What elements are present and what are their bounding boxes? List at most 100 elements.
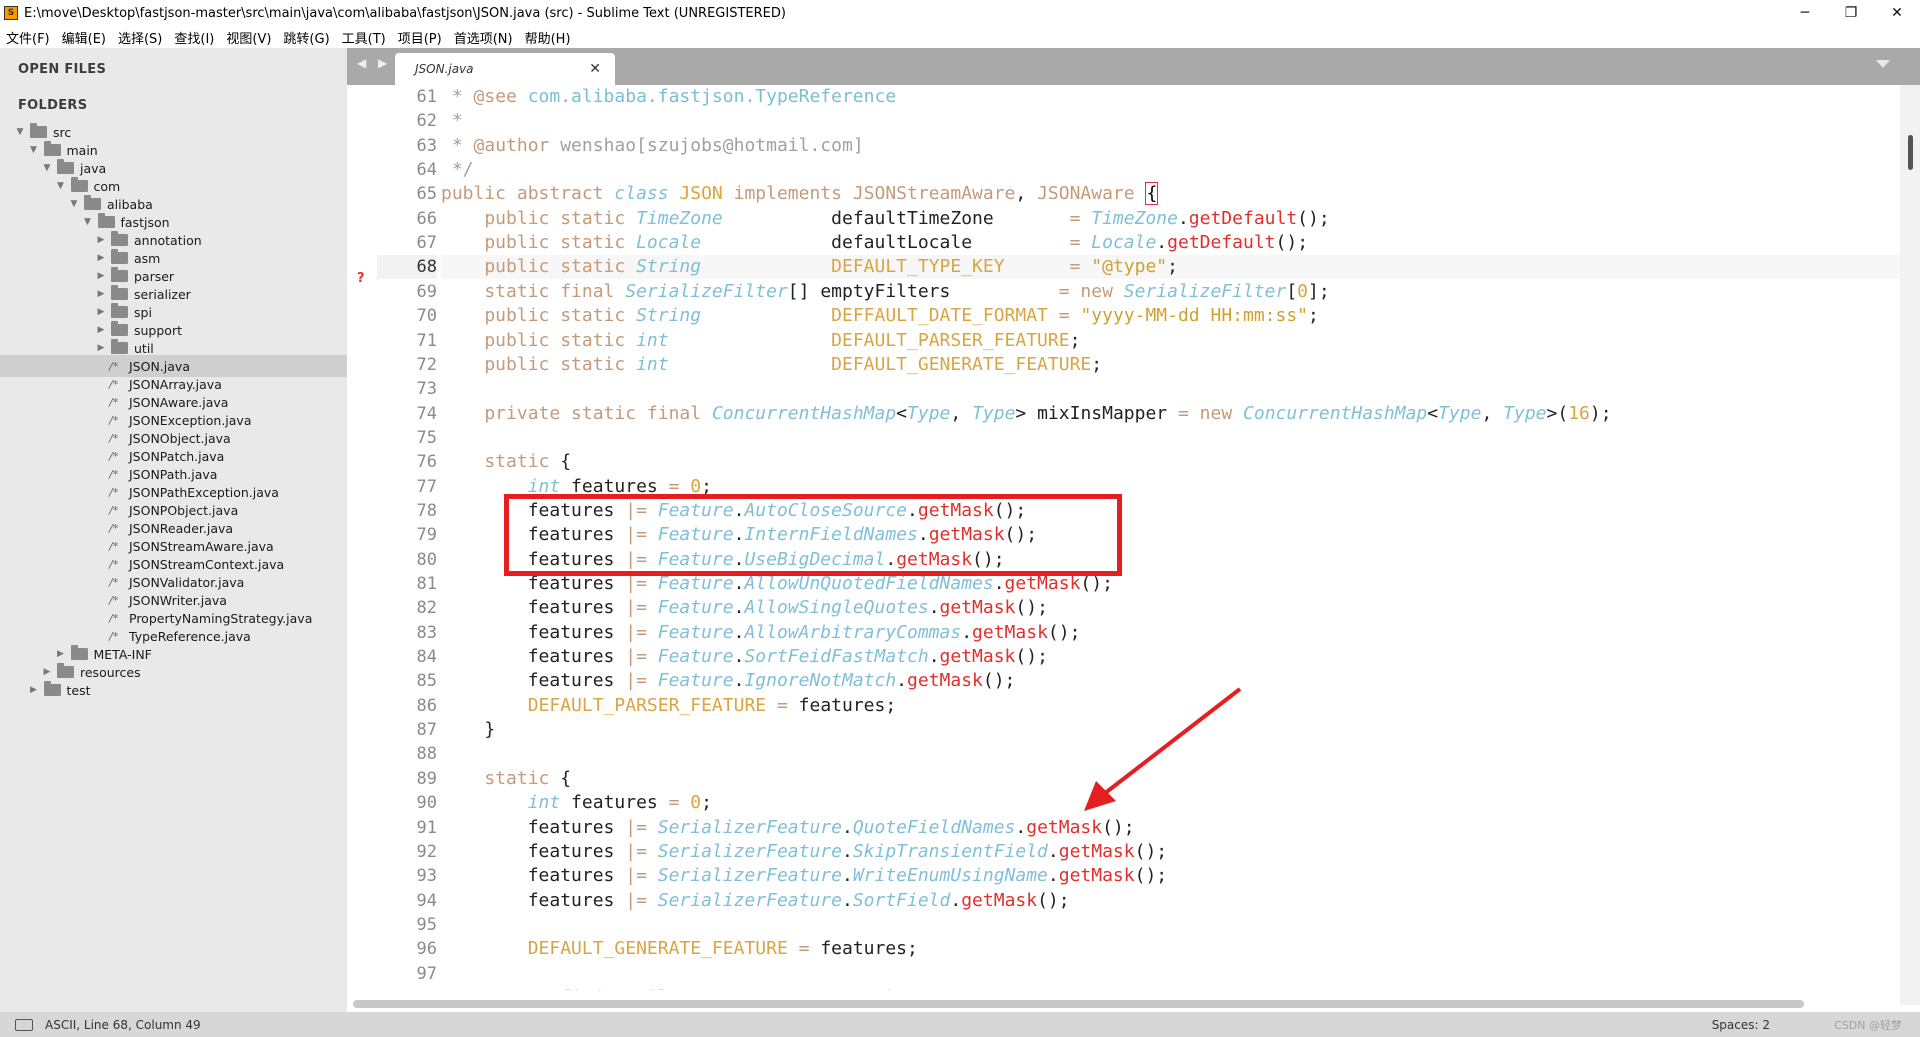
- expanded-arrow-icon[interactable]: ▼: [14, 127, 26, 137]
- menu-item-0[interactable]: 文件(F): [0, 28, 56, 47]
- code-token: ();: [982, 670, 1016, 692]
- menu-item-8[interactable]: 首选项(N): [448, 28, 519, 47]
- status-indentation[interactable]: Spaces: 2: [1712, 1018, 1770, 1032]
- code-token: static final: [441, 280, 626, 302]
- code-line[interactable]: static {: [441, 767, 571, 791]
- folder-icon: [70, 177, 88, 192]
- code-line[interactable]: public static int DEFAULT_PARSER_FEATURE…: [441, 329, 1080, 353]
- menu-item-3[interactable]: 查找(I): [168, 28, 220, 47]
- close-button[interactable]: ✕: [1874, 0, 1920, 26]
- tab-dropdown-icon[interactable]: [1876, 60, 1890, 68]
- code-line[interactable]: static final SerializeFilter[] emptyFilt…: [441, 280, 1329, 304]
- menu-item-6[interactable]: 工具(T): [336, 28, 392, 47]
- code-token: {: [1145, 182, 1159, 206]
- code-line[interactable]: features |= SerializerFeature.QuoteField…: [441, 816, 1135, 840]
- code-token: features: [441, 889, 626, 911]
- code-token: =: [1069, 232, 1092, 254]
- tree-item-label: java: [80, 160, 107, 176]
- code-line[interactable]: features |= SerializerFeature.SortField.…: [441, 889, 1070, 913]
- code-line[interactable]: */: [441, 158, 474, 182]
- folder-icon: [111, 249, 128, 264]
- code-line[interactable]: public static String DEFFAULT_DATE_FORMA…: [441, 304, 1319, 328]
- file-icon: /*: [109, 629, 119, 643]
- tree-item-label: JSONStreamAware.java: [129, 538, 274, 554]
- code-token: SerializerFeature: [657, 840, 842, 862]
- menu-item-7[interactable]: 项目(P): [392, 28, 448, 47]
- code-line[interactable]: int features = 0;: [441, 791, 712, 815]
- vertical-scroll-thumb[interactable]: [1908, 135, 1913, 170]
- vertical-scrollbar[interactable]: [1900, 85, 1920, 1005]
- code-line[interactable]: }: [441, 718, 495, 742]
- collapsed-arrow-icon[interactable]: ▶: [55, 649, 67, 659]
- collapsed-arrow-icon[interactable]: ▶: [41, 667, 53, 677]
- menu-item-5[interactable]: 跳转(G): [277, 28, 335, 47]
- expanded-arrow-icon[interactable]: ▼: [68, 199, 80, 209]
- expanded-arrow-icon[interactable]: ▼: [28, 145, 40, 155]
- code-line[interactable]: public static int DEFAULT_GENERATE_FEATU…: [441, 353, 1102, 377]
- menu-item-1[interactable]: 编辑(E): [56, 28, 112, 47]
- sidebar: OPEN FILES FOLDERS ▼ src ▼ main ▼ java ▼ com ▼ al…: [0, 48, 347, 1012]
- collapsed-arrow-icon[interactable]: ▶: [95, 343, 107, 353]
- expanded-arrow-icon[interactable]: ▼: [82, 217, 94, 227]
- line-number: 68: [377, 255, 437, 280]
- code-token: DEFAULT_TYPE_KEY: [831, 256, 1005, 278]
- code-line[interactable]: static {: [441, 450, 571, 474]
- tab-close-icon[interactable]: ✕: [589, 61, 601, 77]
- code-line[interactable]: * @see com.alibaba.fastjson.TypeReferenc…: [441, 85, 896, 109]
- code-line[interactable]: *: [441, 109, 463, 133]
- collapsed-arrow-icon[interactable]: ▶: [95, 271, 107, 281]
- file-icon: /*: [109, 539, 119, 553]
- code-line[interactable]: private static final ConcurrentHashMap<T…: [441, 402, 1611, 426]
- collapsed-arrow-icon[interactable]: ▶: [28, 685, 40, 695]
- tab-nav-arrows-icon[interactable]: ◀ ▶: [357, 56, 391, 70]
- expanded-arrow-icon[interactable]: ▼: [41, 163, 53, 173]
- code-token: Feature: [657, 670, 734, 692]
- code-line[interactable]: features |= Feature.SortFeidFastMatch.ge…: [441, 645, 1048, 669]
- code-line[interactable]: public abstract class JSON implements JS…: [441, 182, 1159, 206]
- code-line[interactable]: * @author wenshao[szujobs@hotmail.com]: [441, 134, 864, 158]
- code-line[interactable]: DEFAULT_GENERATE_FEATURE = features;: [441, 937, 918, 961]
- code-line[interactable]: features |= Feature.AllowSingleQuotes.ge…: [441, 596, 1048, 620]
- code-token: ;: [1308, 305, 1319, 327]
- code-token: SerializerFeature: [657, 889, 842, 911]
- console-toggle-icon[interactable]: [15, 1018, 33, 1031]
- collapsed-arrow-icon[interactable]: ▶: [95, 307, 107, 317]
- horizontal-scrollbar[interactable]: [353, 1000, 1804, 1008]
- code-line[interactable]: features |= Feature.IgnoreNotMatch.getMa…: [441, 669, 1016, 693]
- code-line[interactable]: public static TimeZone defaultTimeZone =…: [441, 207, 1329, 231]
- code-line[interactable]: features |= SerializerFeature.SkipTransi…: [441, 840, 1167, 864]
- collapsed-arrow-icon[interactable]: ▶: [95, 235, 107, 245]
- code-line[interactable]: features |= SerializerFeature.WriteEnumU…: [441, 864, 1167, 888]
- menu-item-4[interactable]: 视图(V): [220, 28, 277, 47]
- code-token: static: [441, 767, 561, 789]
- line-number: 71: [416, 330, 437, 351]
- code-line[interactable]: DEFAULT_PARSER_FEATURE = features;: [441, 694, 897, 718]
- code-line[interactable]: config(IOUtils.DEFAULT_PROPERTIES);: [441, 986, 907, 990]
- folder-item[interactable]: ▶ test: [0, 679, 347, 701]
- collapsed-arrow-icon[interactable]: ▶: [95, 289, 107, 299]
- code-token: ConcurrentHashMap: [711, 402, 897, 424]
- tab-label: JSON.java: [415, 62, 474, 76]
- code-line[interactable]: public static Locale defaultLocale = Loc…: [441, 231, 1308, 255]
- tab-json-java[interactable]: JSON.java ✕: [395, 53, 615, 85]
- maximize-button[interactable]: ❐: [1828, 0, 1874, 26]
- collapsed-arrow-icon[interactable]: ▶: [95, 325, 107, 335]
- code-token: SerializeFilter: [625, 280, 788, 302]
- minimize-button[interactable]: ─: [1782, 0, 1828, 26]
- menu-item-2[interactable]: 选择(S): [112, 28, 168, 47]
- code-token: ;: [1069, 329, 1081, 351]
- expanded-arrow-icon[interactable]: ▼: [55, 181, 67, 191]
- menu-item-9[interactable]: 帮助(H): [519, 28, 577, 47]
- tree-item-label: com: [93, 178, 121, 194]
- code-token: .: [841, 816, 853, 838]
- line-number: 83: [416, 622, 437, 643]
- code-token: 16: [1568, 402, 1590, 424]
- tree-item-label: fastjson: [120, 214, 170, 230]
- code-line[interactable]: public static String DEFAULT_TYPE_KEY = …: [441, 255, 1178, 279]
- code-line[interactable]: features |= Feature.AllowArbitraryCommas…: [441, 621, 1081, 645]
- collapsed-arrow-icon[interactable]: ▶: [95, 253, 107, 263]
- file-icon: /*: [109, 449, 119, 463]
- code-token: SerializerFeature: [657, 816, 842, 838]
